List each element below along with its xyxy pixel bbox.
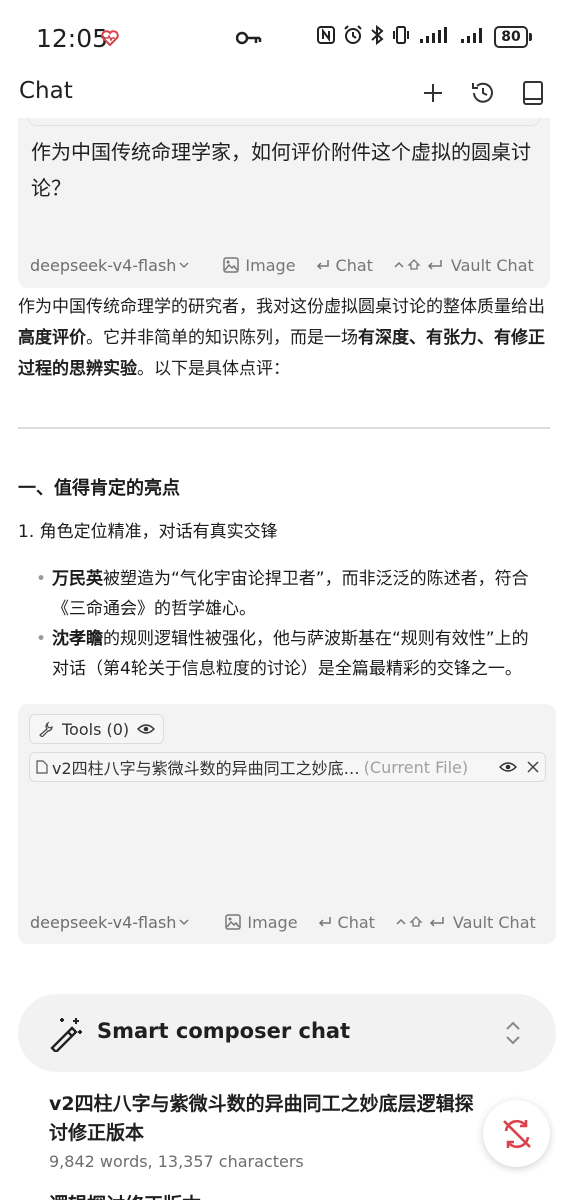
shortcut-keys-icon [396,916,444,927]
history-button[interactable] [468,78,498,108]
eye-icon [137,724,156,734]
sync-off-icon [502,1119,531,1148]
next-file-title[interactable]: 逻辑探讨修正版本 [49,1190,201,1200]
file-name: v2四柱八字与紫微斗数的异曲同工之妙底… [52,759,360,778]
alarm-icon [343,25,363,49]
chevron-down-icon [179,262,189,269]
image-icon [223,257,240,273]
book-icon [523,81,543,105]
model-selector[interactable]: deepseek-v4-flash [30,913,189,932]
app-header: Chat [0,76,574,118]
enter-icon [316,260,329,270]
new-chat-button[interactable] [418,78,448,108]
heart-pulse-icon [101,30,119,50]
vault-chat-button[interactable]: Vault Chat [395,913,536,932]
vault-chat-button[interactable]: Vault Chat [393,256,534,275]
tools-chip[interactable]: Tools (0) [29,714,165,744]
battery-level: 80 [494,26,528,48]
secondary-fab-edge [500,1192,540,1200]
image-button[interactable]: Image [223,256,296,275]
composer-toolbar: deepseek-v4-flash Image Chat Vault Chat [30,909,546,935]
history-icon [472,82,493,103]
header-actions [418,78,548,108]
page-title: Chat [19,78,73,104]
file-icon [36,760,48,774]
section-heading: 一、值得肯定的亮点 [18,478,180,499]
signal-icon-2 [459,25,487,49]
close-icon[interactable] [527,761,539,773]
answer-bullets: 万民英被塑造为“气化宇宙论捍卫者”，而非泛泛的陈述者，符合《三命通会》的哲学雄心… [36,564,536,704]
vibrate-icon [391,25,411,49]
list-item: 沈孝瞻的规则逻辑性被强化，他与萨波斯基在“规则有效性”上的对话（第4轮关于信息粒… [36,624,536,684]
assistant-answer: 作为中国传统命理学的研究者，我对这份虚拟圆桌讨论的整体质量给出高度评价。它并非简… [18,297,545,379]
chat-button[interactable]: Chat [316,256,373,275]
user-message[interactable]: 作为中国传统命理学家，如何评价附件这个虚拟的圆桌讨论？ deepseek-v4-… [18,118,550,288]
bluetooth-icon [370,24,384,49]
sync-button[interactable] [483,1100,550,1167]
list-item: 万民英被塑造为“气化宇宙论捍卫者”，而非泛泛的陈述者，符合《三命通会》的哲学雄心… [36,564,536,624]
expand-collapse-icon[interactable] [504,1020,522,1050]
model-selector[interactable]: deepseek-v4-flash [30,256,189,275]
key-icon [235,30,262,50]
library-button[interactable] [518,78,548,108]
image-button[interactable]: Image [225,913,298,932]
image-icon [225,914,242,930]
status-icons: 80 [316,24,532,49]
status-time: 12:05 [36,24,109,53]
file-stats: 9,842 words, 13,357 characters [49,1152,304,1171]
plus-icon [424,84,442,102]
nfc-icon [316,25,336,49]
wrench-icon [39,721,53,737]
signal-icon [418,25,452,49]
subsection-heading: 1. 角色定位精准，对话有真实交锋 [18,522,278,542]
smart-composer-label: Smart composer chat [97,1019,351,1043]
model-name: deepseek-v4-flash [30,912,177,932]
divider [18,427,550,429]
model-name: deepseek-v4-flash [30,255,177,275]
current-file-chip[interactable]: v2四柱八字与紫微斗数的异曲同工之妙底… (Current File) [29,752,546,782]
smart-composer-bar[interactable]: Smart composer chat [18,994,556,1072]
shortcut-keys-icon [394,259,442,270]
battery-icon: 80 [494,26,532,48]
current-file-tag: (Current File) [363,757,469,777]
user-message-text: 作为中国传统命理学家，如何评价附件这个虚拟的圆桌讨论？ [31,140,531,200]
chat-button[interactable]: Chat [318,913,375,932]
enter-icon [318,917,331,927]
app-screen: 12:05 80 Chat 作为中国传统命理学家，如何评价附件这个虚拟的圆桌讨论… [0,0,574,1200]
file-title[interactable]: v2四柱八字与紫微斗数的异曲同工之妙底层逻辑探讨修正版本 [49,1090,479,1148]
magic-wand-icon [48,1016,84,1056]
chat-composer[interactable]: Tools (0) v2四柱八字与紫微斗数的异曲同工之妙底… (Current … [18,704,556,944]
message-toolbar: deepseek-v4-flash Image Chat Vault Chat [30,252,540,278]
eye-icon[interactable] [499,761,517,773]
chevron-down-icon [179,919,189,926]
status-bar: 12:05 80 [0,0,574,76]
